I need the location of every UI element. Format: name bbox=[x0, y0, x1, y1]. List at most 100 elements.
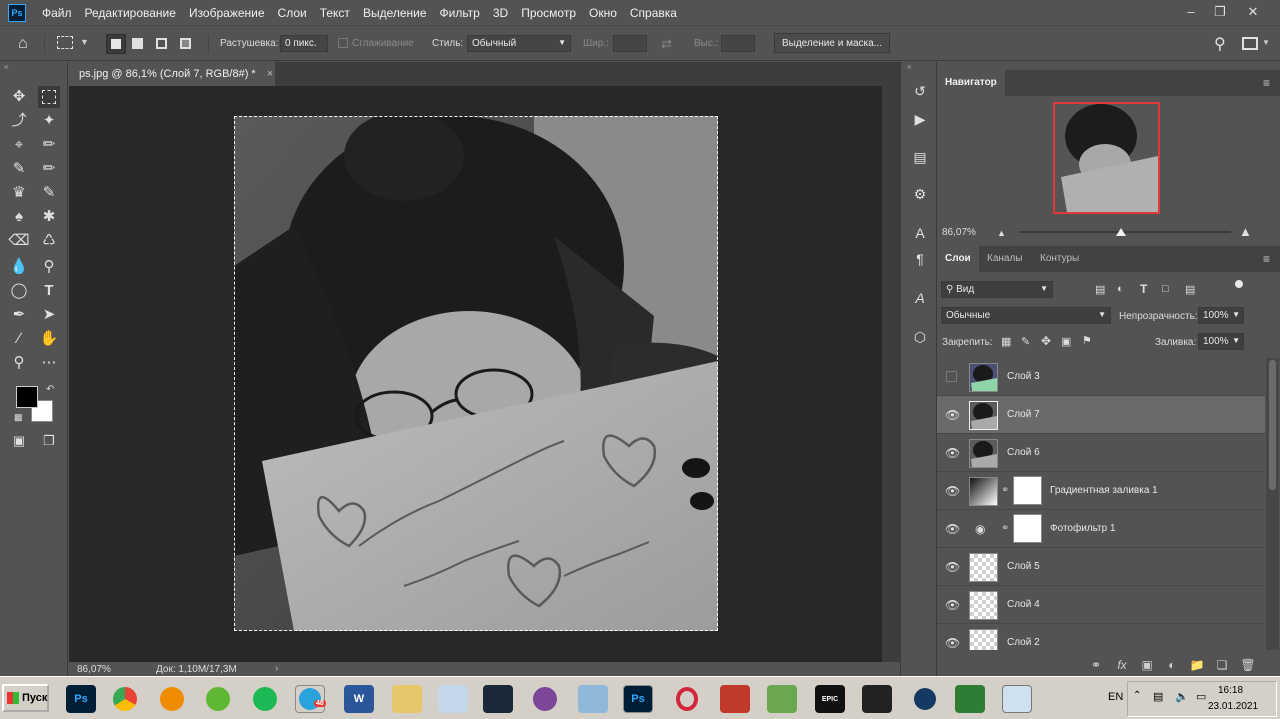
window-taskbar-icon[interactable] bbox=[1002, 685, 1032, 713]
document-tab[interactable]: ps.jpg @ 86,1% (Слой 7, RGB/8#) * × bbox=[69, 62, 275, 86]
volume-icon[interactable]: 🔈 bbox=[1175, 690, 1189, 703]
layer-mask-thumbnail[interactable] bbox=[1013, 514, 1042, 543]
healing-brush-tool-icon[interactable]: ✎ bbox=[8, 158, 30, 180]
language-indicator[interactable]: EN bbox=[1108, 691, 1123, 703]
terminal-taskbar-icon[interactable] bbox=[955, 685, 985, 713]
layer-row[interactable]: 👁 Слой 2 bbox=[937, 624, 1265, 650]
menu-file[interactable]: Файл bbox=[42, 6, 72, 20]
tab-channels[interactable]: Каналы bbox=[979, 246, 1031, 272]
magic-wand-tool-icon[interactable]: ✦ bbox=[38, 110, 60, 132]
panel-menu-icon[interactable]: ≡ bbox=[1263, 76, 1270, 90]
layer-row[interactable]: 👁 ◉ ⚭ Фотофильтр 1 bbox=[937, 510, 1265, 548]
swap-icon[interactable]: ⇄ bbox=[661, 36, 672, 52]
telegram-taskbar-icon[interactable]: 48 bbox=[295, 685, 326, 713]
close-button[interactable]: ✕ bbox=[1240, 3, 1266, 21]
layer-row[interactable]: 👁 Слой 7 bbox=[937, 396, 1265, 434]
foreground-color-swatch[interactable] bbox=[16, 386, 38, 408]
add-selection-icon[interactable] bbox=[132, 38, 143, 49]
art-history-brush-icon[interactable]: ✱ bbox=[38, 206, 60, 228]
lock-transparency-icon[interactable]: ▦ bbox=[1001, 335, 1011, 348]
network-icon[interactable]: ▤ bbox=[1153, 690, 1163, 703]
actions-panel-icon[interactable]: ▶ bbox=[910, 109, 930, 129]
style-select[interactable]: Обычный ▼ bbox=[467, 35, 571, 52]
workspace-icon[interactable] bbox=[1242, 37, 1258, 50]
dodge-tool-icon[interactable]: ⚲ bbox=[38, 256, 60, 278]
app-taskbar-icon[interactable] bbox=[720, 685, 750, 713]
line-tool-icon[interactable]: ∕ bbox=[8, 328, 30, 350]
3d-tool-icon[interactable]: ◯ bbox=[8, 280, 30, 302]
zoom-slider-thumb[interactable] bbox=[1116, 228, 1126, 236]
move-tool-icon[interactable]: ✥ bbox=[8, 86, 30, 108]
clock-time[interactable]: 16:18 bbox=[1218, 685, 1243, 696]
eye-icon[interactable]: 👁 bbox=[945, 446, 960, 460]
filter-shape-icon[interactable]: □ bbox=[1162, 283, 1169, 295]
link-icon[interactable]: ⚭ bbox=[1001, 485, 1009, 496]
feather-input[interactable]: 0 пикс. bbox=[280, 35, 328, 52]
lock-artboard-icon[interactable]: ▣ bbox=[1061, 335, 1071, 348]
layer-mask-thumbnail[interactable] bbox=[1013, 476, 1042, 505]
minimize-button[interactable]: – bbox=[1178, 3, 1204, 21]
swap-colors-icon[interactable]: ↶ bbox=[46, 384, 54, 395]
menu-edit[interactable]: Редактирование bbox=[85, 6, 176, 20]
zoom-out-icon[interactable]: ▲ bbox=[997, 228, 1006, 238]
path-selection-tool-icon[interactable]: ➤ bbox=[38, 304, 60, 326]
layer-filter-select[interactable]: ⚲ Вид ▼ bbox=[941, 281, 1053, 298]
eye-icon[interactable]: 👁 bbox=[945, 560, 960, 574]
monitor-taskbar-icon[interactable] bbox=[862, 685, 892, 713]
stamp-tool-icon[interactable]: ♠ bbox=[8, 206, 30, 228]
spotify-taskbar-icon[interactable] bbox=[250, 685, 280, 713]
eye-icon[interactable]: 👁 bbox=[945, 598, 960, 612]
lock-pixels-icon[interactable]: ✎ bbox=[1021, 335, 1030, 348]
hand-tool-icon[interactable]: ✋ bbox=[38, 328, 60, 350]
tray-expand-icon[interactable]: ⌃ bbox=[1133, 690, 1141, 701]
marquee-tool-icon[interactable] bbox=[38, 86, 60, 108]
eye-icon[interactable]: 👁 bbox=[945, 484, 960, 498]
lasso-tool-icon[interactable]: ⤴ bbox=[8, 110, 30, 132]
battery-icon[interactable]: ▭ bbox=[1196, 690, 1206, 703]
eye-icon[interactable]: 👁 bbox=[945, 636, 960, 650]
adjustment-layer-icon[interactable]: ◐ bbox=[1164, 658, 1180, 672]
home-icon[interactable]: ⌂ bbox=[18, 35, 36, 53]
brush-tool-icon[interactable]: ✏ bbox=[38, 158, 60, 180]
start-button[interactable]: Пуск bbox=[2, 684, 49, 712]
paint-taskbar-icon[interactable] bbox=[438, 685, 468, 713]
new-group-icon[interactable]: 📁 bbox=[1189, 658, 1205, 672]
game-taskbar-icon[interactable] bbox=[767, 685, 797, 713]
filter-smart-object-icon[interactable]: ▤ bbox=[1185, 283, 1195, 296]
pen-tool-icon[interactable]: ✒ bbox=[8, 304, 30, 326]
opacity-input[interactable]: 100% ▼ bbox=[1198, 307, 1244, 324]
photoshop-active-taskbar-icon[interactable]: Ps bbox=[623, 685, 653, 713]
paint-bucket-tool-icon[interactable]: ♺ bbox=[38, 230, 60, 252]
epic-games-taskbar-icon[interactable]: EPIC bbox=[815, 685, 845, 713]
layer-row[interactable]: 👁 ⚭ Градиентная заливка 1 bbox=[937, 472, 1265, 510]
chevron-down-icon[interactable]: ▼ bbox=[1262, 38, 1270, 47]
menu-window[interactable]: Окно bbox=[589, 6, 617, 20]
menu-image[interactable]: Изображение bbox=[189, 6, 265, 20]
link-icon[interactable]: ⚭ bbox=[1001, 523, 1009, 534]
layer-row[interactable]: 👁 Слой 4 bbox=[937, 586, 1265, 624]
character-panel-icon[interactable]: A bbox=[910, 223, 930, 243]
glyphs-panel-icon[interactable]: A bbox=[910, 288, 930, 308]
properties-panel-icon[interactable]: ⚙ bbox=[910, 184, 930, 204]
zoom-tool-icon[interactable]: ⚲ bbox=[8, 352, 30, 374]
intersect-selection-icon[interactable] bbox=[180, 38, 191, 49]
eye-icon[interactable]: 👁 bbox=[945, 408, 960, 422]
history-brush-tool-icon[interactable]: ✎ bbox=[38, 182, 60, 204]
link-layers-icon[interactable]: ⚭ bbox=[1088, 658, 1104, 672]
collapse-icon[interactable]: « bbox=[907, 62, 911, 71]
tab-paths[interactable]: Контуры bbox=[1032, 246, 1087, 272]
subtract-selection-icon[interactable] bbox=[156, 38, 167, 49]
menu-select[interactable]: Выделение bbox=[363, 6, 427, 20]
chrome-taskbar-icon[interactable] bbox=[110, 685, 140, 713]
blend-mode-select[interactable]: Обычные ▼ bbox=[941, 307, 1111, 324]
restore-button[interactable]: ❐ bbox=[1207, 3, 1233, 21]
menu-filter[interactable]: Фильтр bbox=[440, 6, 480, 20]
layer-row[interactable]: 👁 Слой 6 bbox=[937, 434, 1265, 472]
filter-type-icon[interactable]: T bbox=[1140, 282, 1147, 296]
antialias-checkbox[interactable] bbox=[338, 38, 348, 48]
arc-taskbar-icon[interactable] bbox=[910, 685, 940, 713]
histogram-panel-icon[interactable]: ▤ bbox=[910, 147, 930, 167]
menu-3d[interactable]: 3D bbox=[493, 6, 508, 20]
fill-input[interactable]: 100% ▼ bbox=[1198, 333, 1244, 350]
eyedropper-tool-icon[interactable]: ✏ bbox=[38, 134, 60, 156]
